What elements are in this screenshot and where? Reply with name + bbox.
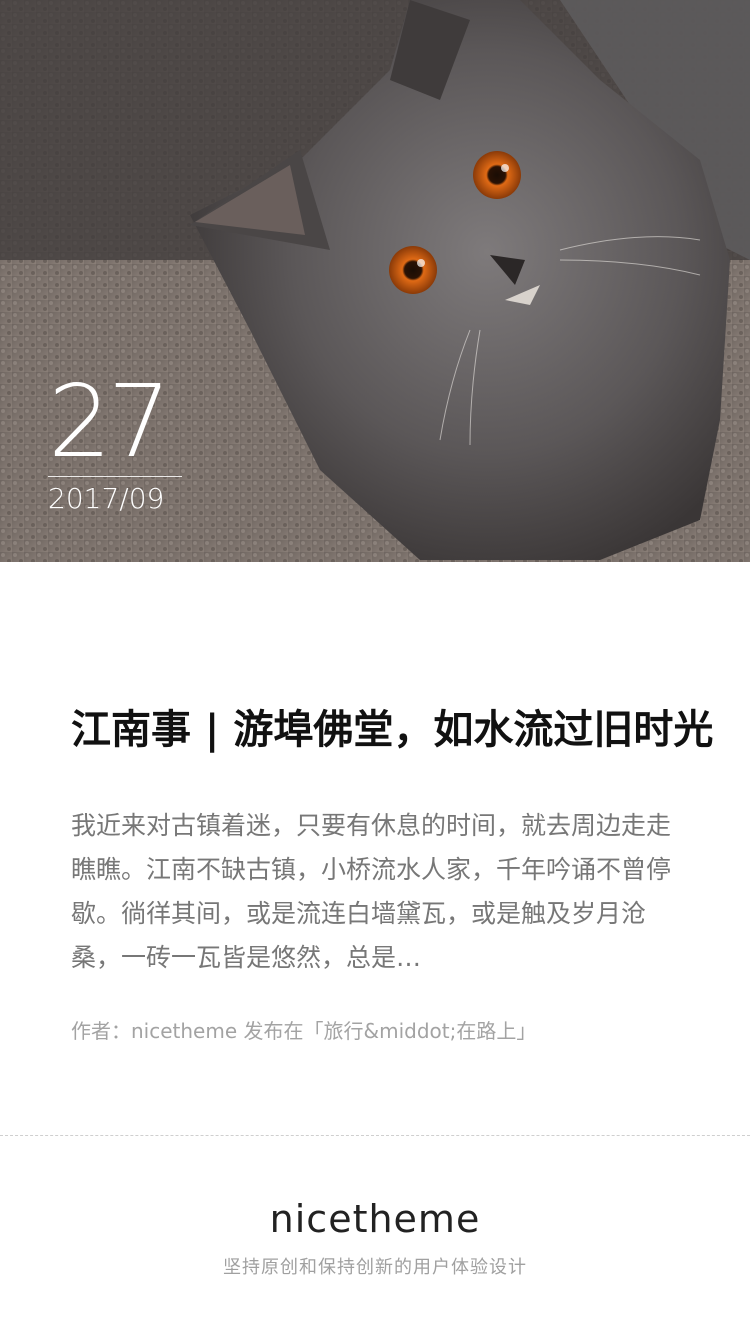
date-year-month: 2017/09 (48, 482, 165, 515)
article-excerpt-text: 我近来对古镇着迷，只要有休息的时间，就去周边走走瞧瞧。江南不缺古镇，小桥流水人家… (71, 811, 672, 972)
brand-logo: nicetheme (269, 1197, 481, 1241)
hero-image: 27 2017/09 (0, 0, 750, 562)
date-day: 27 (48, 363, 171, 480)
article-meta: 作者：nicetheme 发布在「旅行&middot;在路上」 (71, 1019, 537, 1043)
dashed-divider (0, 1135, 750, 1136)
brand-slogan: 坚持原创和保持创新的用户体验设计 (223, 1257, 527, 1278)
article-title[interactable]: 江南事 | 游埠佛堂，如水流过旧时光 (71, 700, 750, 760)
article-excerpt: 我近来对古镇着迷，只要有休息的时间，就去周边走走瞧瞧。江南不缺古镇，小桥流水人家… (71, 804, 691, 980)
date-block: 27 2017/09 (48, 372, 182, 515)
